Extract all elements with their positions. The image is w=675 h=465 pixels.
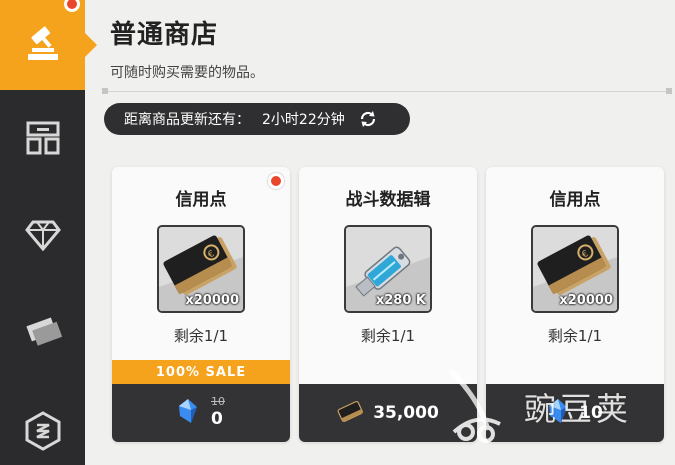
hex-badge-icon — [24, 411, 62, 455]
credit-card-icon — [337, 400, 364, 426]
sale-badge: 100% SALE — [112, 360, 290, 384]
original-price: 10 — [211, 395, 225, 408]
diamond-icon — [24, 219, 61, 255]
sidebar-item-store[interactable] — [0, 95, 85, 185]
refresh-timer: 距离商品更新还有： 2小时22分钟 — [104, 103, 410, 135]
price-bar[interactable]: 35,000 — [299, 384, 477, 442]
bid-hammer-icon — [22, 22, 64, 68]
item-remaining: 剩余1/1 — [173, 327, 229, 345]
divider-dot — [102, 88, 108, 94]
divider — [102, 91, 672, 92]
sidebar-item-tickets[interactable] — [0, 288, 85, 378]
price-bar[interactable]: 10 0 — [112, 384, 290, 442]
item-price: 0 — [211, 409, 223, 429]
item-remaining: 剩余1/1 — [547, 327, 603, 345]
sidebar — [0, 0, 97, 465]
item-price: 35,000 — [373, 403, 439, 423]
item-image: x280 K — [344, 225, 432, 313]
page-subtitle: 可随时购买需要的物品。 — [110, 65, 264, 81]
blue-crystal-icon — [177, 398, 199, 428]
store-icon — [25, 120, 61, 160]
sidebar-item-normal-shop[interactable] — [0, 0, 97, 90]
shop-item-card[interactable]: 信用点 € x20000 剩余1/1 10 — [486, 167, 664, 442]
divider-dot — [666, 88, 672, 94]
page-title: 普通商店 — [110, 20, 219, 50]
shop-item-card[interactable]: 信用点 € x20000 剩余1/1 100% SALE 10 0 — [112, 167, 290, 442]
item-quantity: x20000 — [185, 293, 239, 308]
item-name: 战斗数据辑 — [345, 190, 431, 210]
item-image: € x20000 — [157, 225, 245, 313]
blue-crystal-icon — [547, 398, 569, 428]
tickets-icon — [23, 313, 63, 353]
item-price: 10 — [579, 403, 603, 423]
item-name: 信用点 — [549, 190, 601, 210]
item-image: € x20000 — [531, 225, 619, 313]
shop-item-card[interactable]: 战斗数据辑 x280 K 剩余1/1 35,000 — [299, 167, 477, 442]
sidebar-item-gems[interactable] — [0, 192, 85, 282]
price-bar[interactable]: 10 — [486, 384, 664, 442]
timer-label: 距离商品更新还有： — [124, 112, 250, 128]
timer-value: 2小时22分钟 — [262, 112, 345, 128]
item-remaining: 剩余1/1 — [360, 327, 416, 345]
notification-dot — [64, 0, 80, 12]
item-name: 信用点 — [175, 190, 227, 210]
refresh-icon[interactable] — [359, 110, 377, 128]
item-quantity: x280 K — [375, 293, 426, 308]
sidebar-item-badge[interactable] — [0, 388, 85, 465]
item-quantity: x20000 — [559, 293, 613, 308]
